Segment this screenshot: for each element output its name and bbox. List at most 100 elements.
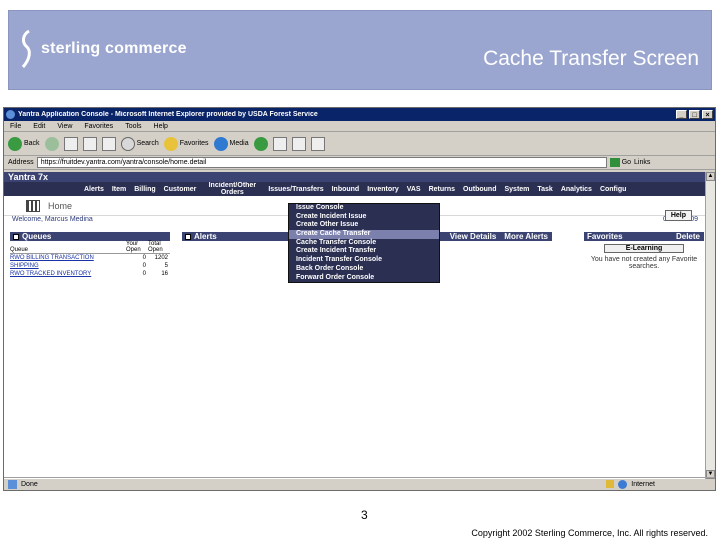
queue-total-open: 16	[161, 271, 168, 277]
favorites-empty-message: You have not created any Favorite search…	[590, 256, 698, 270]
table-row: SHIPPING 0 5	[10, 262, 170, 270]
queue-your-open: 0	[142, 263, 146, 269]
queues-collapse-icon[interactable]	[13, 233, 19, 240]
home-icon[interactable]	[101, 136, 116, 151]
menu-favorites[interactable]: Favorites	[84, 123, 113, 130]
queues-header-row: Queue Your Open Total Open	[10, 241, 170, 254]
nav-inventory[interactable]: Inventory	[367, 186, 399, 193]
page-title: Home	[48, 200, 73, 211]
nav-outbound[interactable]: Outbound	[463, 186, 496, 193]
nav-inbound[interactable]: Inbound	[332, 186, 360, 193]
menu-item-create-cache-transfer[interactable]: Create Cache Transfer	[289, 230, 439, 239]
menu-item-create-other-issue[interactable]: Create Other Issue	[289, 221, 439, 230]
scroll-up-icon[interactable]: ▲	[706, 172, 715, 181]
total-open-column-header[interactable]: Total Open	[148, 241, 170, 254]
menu-item-incident-transfer-console[interactable]: Incident Transfer Console	[289, 256, 439, 265]
address-input[interactable]: https://fruitdev.yantra.com/yantra/conso…	[36, 157, 607, 168]
print-icon[interactable]	[291, 136, 306, 151]
forward-arrow-icon[interactable]	[44, 136, 59, 151]
links-label[interactable]: Links	[634, 159, 650, 166]
lock-icon	[606, 480, 615, 488]
nav-configuration[interactable]: Configu	[600, 186, 626, 193]
browser-title: Yantra Application Console - Microsoft I…	[18, 111, 318, 118]
queue-total-open: 1202	[154, 255, 168, 261]
queues-title: Queues	[22, 232, 52, 241]
table-row: RWO BILLING TRANSACTION 0 1202	[10, 254, 170, 263]
address-bar: Address https://fruitdev.yantra.com/yant…	[4, 156, 715, 170]
favorites-title: Favorites	[587, 232, 623, 241]
queues-panel: Queues Queue Your Open Total Open RWO BI…	[10, 232, 170, 278]
nav-analytics[interactable]: Analytics	[561, 186, 592, 193]
refresh-icon[interactable]	[82, 136, 97, 151]
stop-icon[interactable]	[63, 136, 78, 151]
menu-view[interactable]: View	[57, 123, 72, 130]
edit-icon[interactable]	[310, 136, 325, 151]
brand-logo: sterling commerce	[19, 29, 187, 69]
sterling-logo-icon	[21, 29, 31, 68]
menu-item-back-order-console[interactable]: Back Order Console	[289, 265, 439, 274]
back-label: Back	[24, 140, 40, 147]
queue-your-open: 0	[142, 271, 146, 277]
favorites-button[interactable]: Favorites	[163, 136, 209, 151]
menu-item-cache-transfer-console[interactable]: Cache Transfer Console	[289, 239, 439, 248]
media-button[interactable]: Media	[213, 136, 249, 151]
search-button[interactable]: Search	[120, 136, 159, 151]
app-title: Yantra 7x	[4, 172, 706, 182]
menu-file[interactable]: File	[10, 123, 21, 130]
delete-favorite-link[interactable]: Delete	[676, 232, 704, 241]
table-row: RWO TRACKED INVENTORY 0 16	[10, 270, 170, 278]
go-label: Go	[621, 159, 632, 166]
menu-edit[interactable]: Edit	[33, 123, 45, 130]
go-arrow-icon	[609, 158, 620, 167]
menu-item-forward-order-console[interactable]: Forward Order Console	[289, 274, 439, 283]
back-button[interactable]: Back	[8, 136, 40, 151]
slide-banner: sterling commerce Cache Transfer Screen	[8, 10, 712, 90]
favorites-star-icon	[163, 136, 178, 151]
favorites-label: Favorites	[179, 140, 209, 147]
browser-titlebar: Yantra Application Console - Microsoft I…	[4, 108, 715, 121]
queue-column-header[interactable]: Queue	[10, 241, 126, 254]
nav-system[interactable]: System	[504, 186, 529, 193]
queue-name-link[interactable]: RWO BILLING TRANSACTION	[10, 254, 126, 263]
status-zone: Internet	[606, 479, 655, 489]
close-button[interactable]: ×	[702, 110, 713, 119]
brand-name: sterling commerce	[41, 40, 187, 57]
nav-customer[interactable]: Customer	[164, 186, 197, 193]
menu-item-issue-console[interactable]: Issue Console	[289, 204, 439, 213]
app-nav: Alerts Item Billing Customer Incident/Ot…	[4, 182, 706, 196]
browser-statusbar: Done Internet	[4, 477, 715, 490]
menu-item-create-incident-transfer[interactable]: Create Incident Transfer	[289, 247, 439, 256]
nav-incident-other-orders[interactable]: Incident/Other Orders	[204, 182, 260, 196]
more-alerts-link[interactable]: More Alerts	[504, 232, 548, 241]
elearning-button[interactable]: E-Learning	[604, 244, 684, 253]
search-label: Search	[136, 140, 159, 147]
nav-returns[interactable]: Returns	[429, 186, 455, 193]
vertical-scrollbar[interactable]: ▲ ▼	[705, 172, 715, 479]
home-page-icon	[26, 199, 40, 212]
nav-issues-transfers[interactable]: Issues/Transfers	[268, 186, 323, 193]
history-icon[interactable]	[253, 136, 268, 151]
menu-item-create-incident-issue[interactable]: Create Incident Issue	[289, 213, 439, 222]
queues-table: Queue Your Open Total Open RWO BILLING T…	[10, 241, 170, 278]
page-done-icon	[8, 479, 17, 489]
view-details-link[interactable]: View Details	[450, 232, 497, 241]
your-open-column-header[interactable]: Your Open	[126, 241, 148, 254]
menu-tools[interactable]: Tools	[125, 123, 141, 130]
address-label: Address	[8, 159, 34, 166]
nav-billing[interactable]: Billing	[134, 186, 155, 193]
welcome-text: Welcome, Marcus Medina	[12, 216, 93, 223]
nav-task[interactable]: Task	[537, 186, 552, 193]
back-arrow-icon	[8, 136, 22, 151]
maximize-button[interactable]: □	[689, 110, 700, 119]
menu-help[interactable]: Help	[154, 123, 168, 130]
mail-icon[interactable]	[272, 136, 287, 151]
alerts-collapse-icon[interactable]	[185, 233, 191, 240]
nav-item[interactable]: Item	[112, 186, 126, 193]
nav-alerts[interactable]: Alerts	[84, 186, 104, 193]
queue-name-link[interactable]: RWO TRACKED INVENTORY	[10, 270, 126, 278]
nav-vas[interactable]: VAS	[407, 186, 421, 193]
go-button[interactable]: Go	[609, 158, 632, 167]
queue-name-link[interactable]: SHIPPING	[10, 262, 126, 270]
help-button[interactable]: Help	[664, 210, 692, 221]
minimize-button[interactable]: _	[676, 110, 687, 119]
